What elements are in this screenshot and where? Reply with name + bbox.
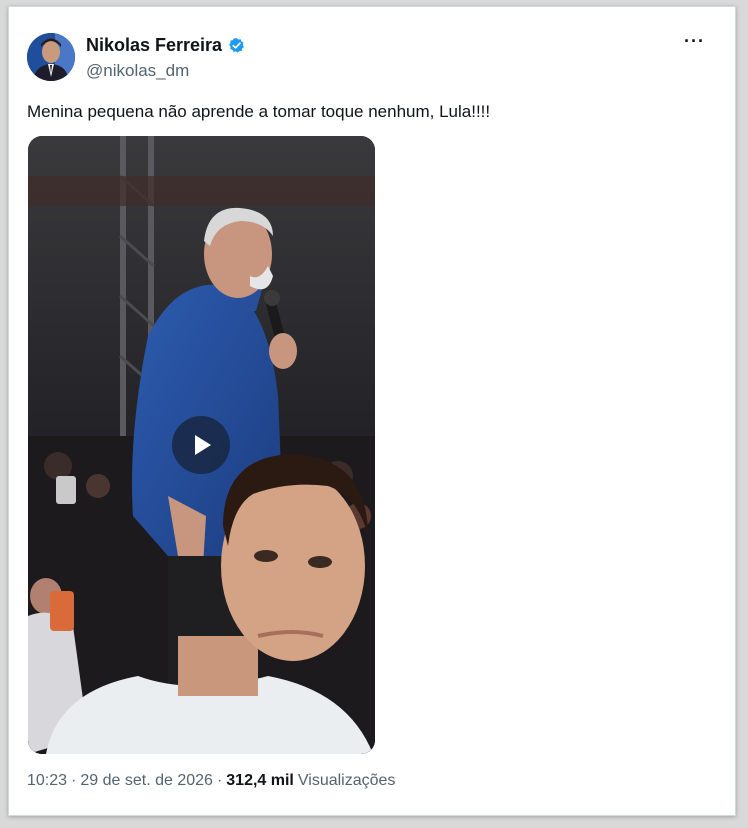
author-name-row[interactable]: Nikolas Ferreira bbox=[86, 35, 245, 56]
more-options-icon[interactable]: ··· bbox=[684, 31, 705, 52]
views-label[interactable]: Visualizações bbox=[298, 772, 396, 790]
play-icon bbox=[195, 435, 211, 455]
separator-dot: · bbox=[216, 772, 223, 789]
tweet-date[interactable]: 29 de set. de 2026 bbox=[80, 772, 213, 790]
avatar-image bbox=[27, 33, 75, 81]
tweet-card: Nikolas Ferreira @nikolas_dm ··· Menina … bbox=[8, 6, 736, 816]
tweet-time[interactable]: 10:23 bbox=[27, 772, 67, 790]
play-button[interactable] bbox=[172, 416, 230, 474]
tweet-text: Menina pequena não aprende a tomar toque… bbox=[27, 102, 491, 121]
author-handle[interactable]: @nikolas_dm bbox=[86, 61, 189, 81]
video-player[interactable] bbox=[28, 136, 375, 754]
tweet-metadata: 10:23 · 29 de set. de 2026 · 312,4 mil V… bbox=[27, 772, 395, 790]
verified-badge-icon bbox=[228, 37, 245, 54]
views-count[interactable]: 312,4 mil bbox=[226, 772, 294, 790]
separator-dot: · bbox=[71, 772, 77, 789]
avatar[interactable] bbox=[27, 33, 75, 81]
author-name[interactable]: Nikolas Ferreira bbox=[86, 35, 222, 56]
